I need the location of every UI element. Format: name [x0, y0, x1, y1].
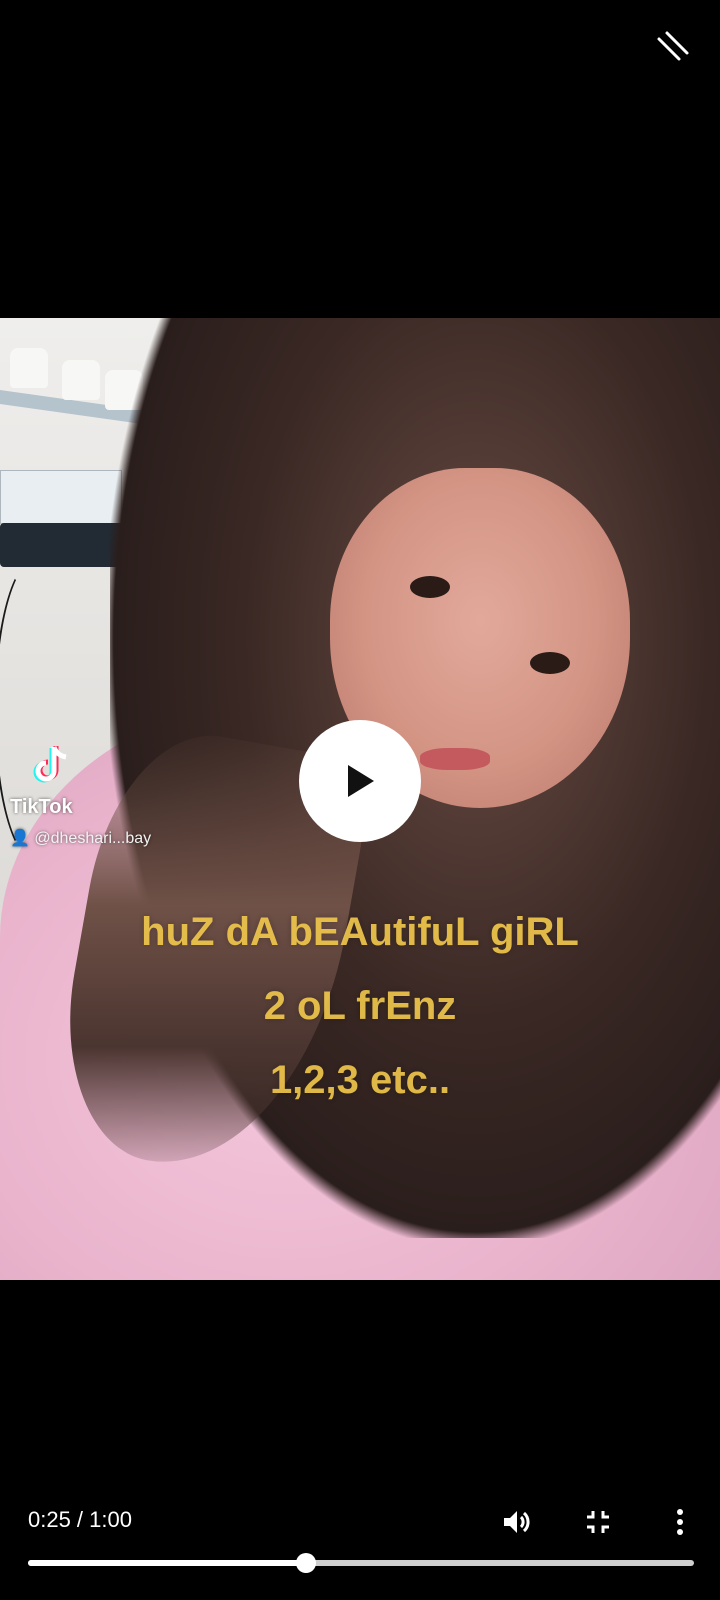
collapse-icon	[657, 31, 689, 61]
progress-fill	[28, 1560, 306, 1566]
play-button[interactable]	[299, 720, 421, 842]
volume-icon	[504, 1511, 530, 1533]
tiktok-logo-icon	[33, 746, 67, 783]
progress-thumb[interactable]	[295, 1553, 316, 1573]
video-eye	[530, 652, 570, 674]
time-display: 0:25 / 1:00	[28, 1507, 132, 1532]
collapse-button[interactable]	[648, 22, 698, 72]
video-lips	[420, 748, 490, 770]
video-caption-line: 2 oL frEnz	[263, 984, 457, 1028]
more-options-button[interactable]	[658, 1500, 702, 1544]
video-jar	[10, 348, 48, 388]
video-box	[0, 470, 122, 524]
more-options-icon	[677, 1509, 683, 1535]
play-icon	[348, 765, 374, 797]
video-caption-line: 1,2,3 etc..	[269, 1058, 451, 1102]
user-icon: 👤	[10, 830, 30, 847]
tiktok-watermark-name: TikTok	[10, 796, 73, 818]
video-eye	[410, 576, 450, 598]
video-caption-line: huZ dA bEAutifuL giRL	[141, 910, 579, 954]
volume-button[interactable]	[494, 1500, 538, 1544]
video-jar	[62, 360, 100, 400]
tiktok-username: @dheshari...bay	[34, 830, 152, 847]
exit-fullscreen-button[interactable]	[576, 1500, 620, 1544]
exit-fullscreen-icon	[587, 1511, 609, 1533]
tiktok-watermark-user: 👤 @dheshari...bay	[10, 828, 151, 848]
progress-bar[interactable]	[28, 1553, 694, 1573]
